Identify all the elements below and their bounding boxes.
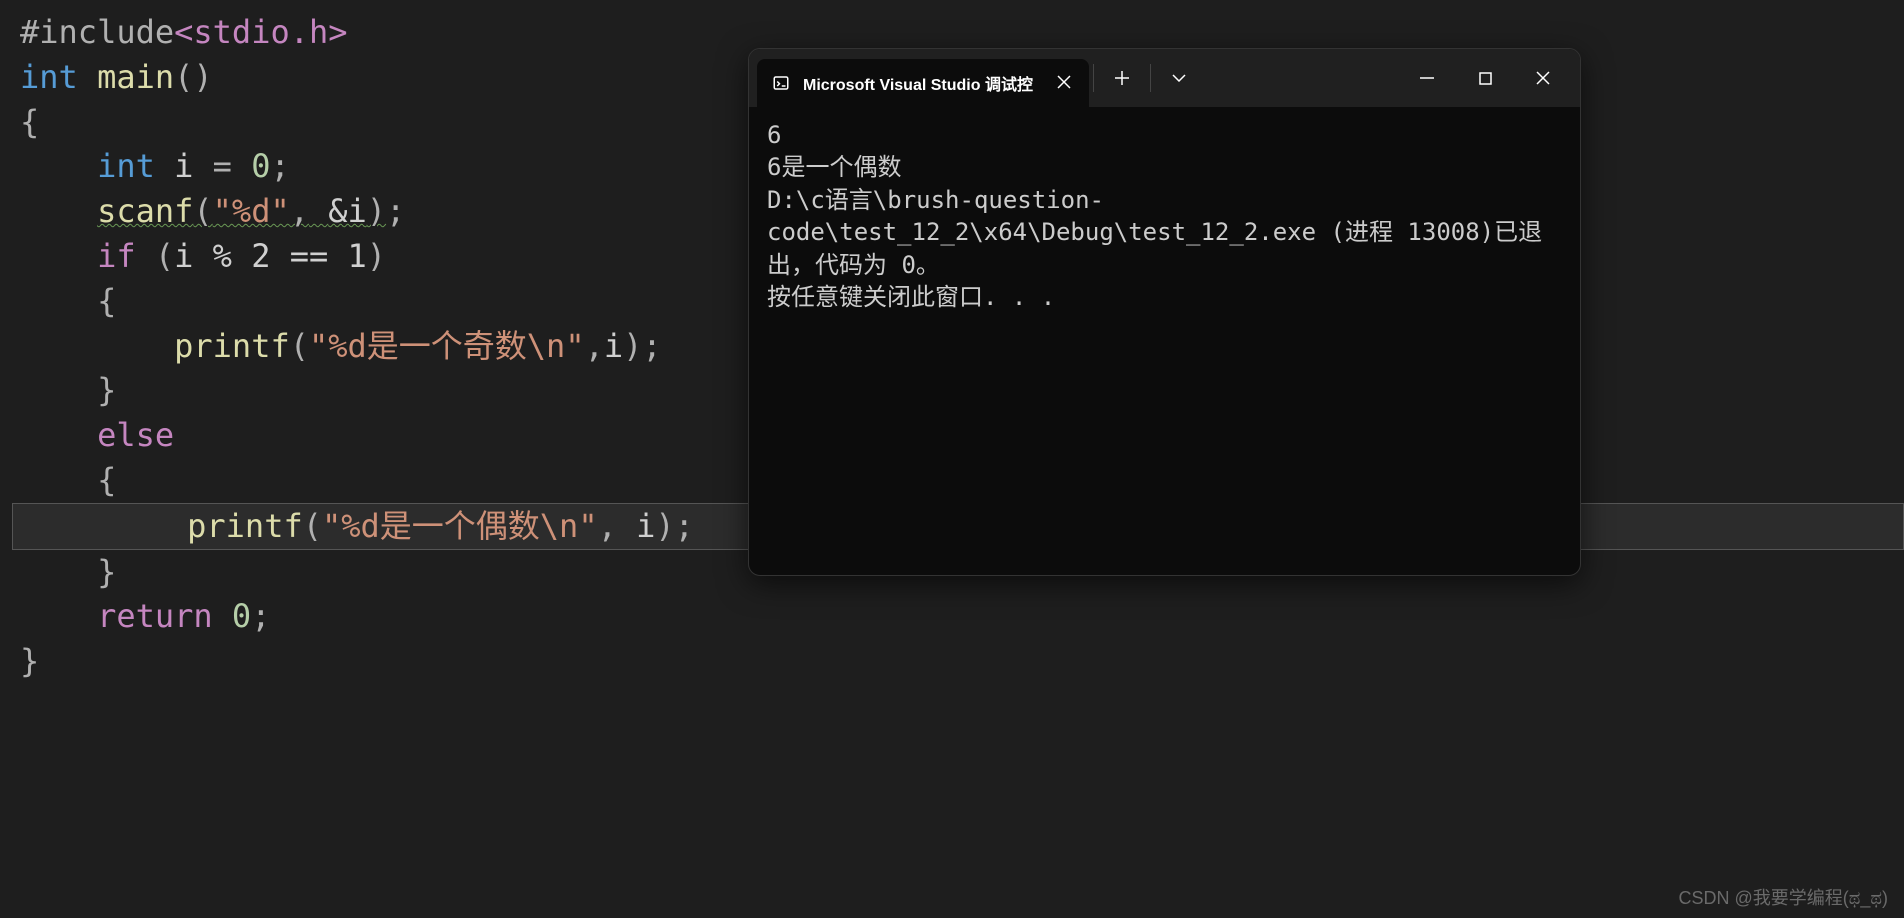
console-tab-title: Microsoft Visual Studio 调试控 <box>803 71 1033 95</box>
minimize-button[interactable] <box>1398 56 1456 100</box>
preprocessor: #include <box>20 13 174 51</box>
console-line: 6是一个偶数 <box>767 151 1562 183</box>
new-tab-button[interactable] <box>1098 56 1146 100</box>
console-window[interactable]: Microsoft Visual Studio 调试控 6 <box>748 48 1581 576</box>
console-line: 6 <box>767 119 1562 151</box>
code-line[interactable]: } <box>0 639 1904 684</box>
close-window-button[interactable] <box>1514 56 1572 100</box>
console-output[interactable]: 6 6是一个偶数 D:\c语言\brush-question-code\test… <box>749 107 1580 325</box>
console-tab[interactable]: Microsoft Visual Studio 调试控 <box>757 59 1089 107</box>
console-line: D:\c语言\brush-question-code\test_12_2\x64… <box>767 184 1562 281</box>
terminal-icon <box>771 73 791 93</box>
tab-dropdown-button[interactable] <box>1155 56 1203 100</box>
console-titlebar[interactable]: Microsoft Visual Studio 调试控 <box>749 49 1580 107</box>
tab-divider <box>1150 64 1151 92</box>
window-controls <box>1398 56 1572 100</box>
code-line[interactable]: return 0; <box>0 594 1904 639</box>
close-tab-button[interactable] <box>1053 70 1075 97</box>
watermark: CSDN @我要学编程(ಥ_ಥ) <box>1678 884 1888 910</box>
include-path: <stdio.h> <box>174 13 347 51</box>
console-line: 按任意键关闭此窗口. . . <box>767 281 1562 313</box>
maximize-button[interactable] <box>1456 56 1514 100</box>
tab-divider <box>1093 64 1094 92</box>
